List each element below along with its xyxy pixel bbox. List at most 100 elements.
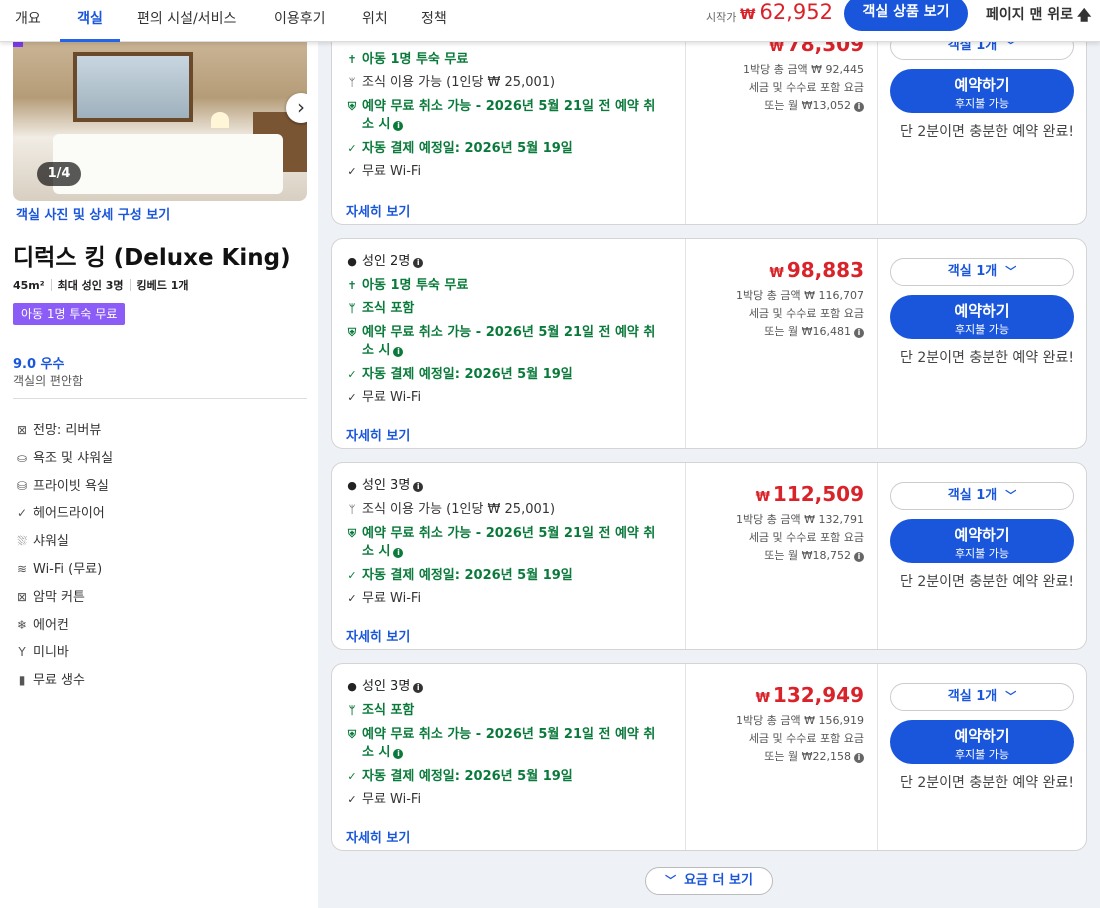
- wifi-icon: ≋: [16, 562, 28, 576]
- wifi-line: ✓ 무료 Wi-Fi: [346, 160, 421, 179]
- rating-score: 9.0 우수: [13, 357, 65, 372]
- tab-overview[interactable]: 개요: [15, 0, 41, 42]
- info-icon[interactable]: i: [393, 548, 404, 558]
- reserve-button[interactable]: 예약하기 후지불 가능: [890, 519, 1074, 563]
- info-icon[interactable]: i: [854, 102, 864, 112]
- reserve-button[interactable]: 예약하기후지불 가능: [890, 69, 1074, 113]
- rate-card: ● 성인 3명 i ᛘ 조식 이용 가능 (1인당 ₩ 25,001) ⛨ 예약 무료 취소…: [331, 462, 1087, 650]
- currency-symbol: ₩: [769, 266, 784, 281]
- fork-knife-icon: ᛘ: [348, 302, 356, 315]
- info-icon[interactable]: i: [854, 328, 864, 338]
- tab-amenities[interactable]: 편의 시설/서비스: [137, 0, 236, 42]
- info-icon[interactable]: i: [854, 552, 864, 562]
- amenity-label: 프라이빗 욕실: [33, 478, 109, 494]
- private-bath-icon: ⛁: [16, 478, 28, 493]
- reserve-label: 예약하기: [954, 76, 1010, 94]
- payment-date-line: ✓ 자동 결제 예정일: 2026년 5월 19일: [346, 765, 572, 784]
- pay-later-label: 후지불 가능: [954, 97, 1010, 110]
- info-icon[interactable]: i: [393, 347, 404, 357]
- info-icon[interactable]: i: [854, 753, 864, 763]
- room-quantity-select[interactable]: 객실 1개 ﹀: [890, 258, 1074, 286]
- tax-note: 세금 및 수수료 포함 요금: [748, 531, 864, 544]
- tab-policy[interactable]: 정책: [421, 0, 447, 42]
- free-cancel-line: ⛨ 예약 무료 취소 가능 - 2026년 5월 21일 전 예약 취: [346, 723, 656, 742]
- minibar-icon: Y: [18, 645, 26, 660]
- free-cancel-label: 예약 무료 취소 가능 - 2026년 5월 21일 전 예약 취: [362, 99, 656, 114]
- child-free-line: ✝ 아동 1명 투숙 무료: [346, 274, 468, 293]
- view-rooms-button[interactable]: 객실 상품 보기: [844, 0, 968, 31]
- room-photo[interactable]: 1/4 ›: [13, 42, 307, 201]
- guest-count: ● 성인 2명i: [346, 250, 424, 269]
- rating-category: 객실의 편안함: [13, 374, 84, 388]
- room-summary: 1/4 › 객실 사진 및 상세 구성 보기 디럭스 킹 (Deluxe Kin…: [0, 42, 318, 908]
- quick-booking-note: 단 2분이면 충분한 예약 완료!: [900, 350, 1074, 366]
- pay-later-label: 후지불 가능: [954, 323, 1010, 336]
- details-link[interactable]: 자세히 보기: [346, 827, 410, 846]
- free-cancel-line-2: 소 시i: [362, 540, 404, 559]
- total-price: 1박당 총 금액 ₩ 156,919: [736, 714, 864, 727]
- total-price: 1박당 총 금액 ₩ 132,791: [736, 513, 864, 526]
- load-more-label: 요금 더 보기: [684, 873, 753, 888]
- column-divider: [877, 13, 878, 224]
- amenity-label: 미니바: [33, 645, 69, 661]
- wifi-line: ✓ 무료 Wi-Fi: [346, 587, 421, 606]
- max-occupancy: 최대 성인 3명: [57, 279, 124, 292]
- total-price: 1박당 총 금액 ₩ 92,445: [743, 63, 864, 76]
- chevron-down-icon: ﹀: [1005, 690, 1017, 703]
- details-link[interactable]: 자세히 보기: [346, 626, 410, 645]
- tab-rooms[interactable]: 객실: [60, 0, 120, 42]
- amenity-item: ⊠ 전망: 리버뷰: [15, 419, 305, 438]
- reserve-label: 예약하기: [954, 727, 1010, 745]
- wifi-line: ✓ 무료 Wi-Fi: [346, 788, 421, 807]
- tab-reviews[interactable]: 이용후기: [274, 0, 326, 42]
- room-quantity-label: 객실 1개: [947, 488, 998, 503]
- column-divider: [685, 664, 686, 850]
- quick-booking-note: 단 2분이면 충분한 예약 완료!: [900, 775, 1074, 791]
- guest-label: 성인 3명: [362, 679, 411, 694]
- info-icon[interactable]: i: [393, 121, 404, 131]
- photo-details-link[interactable]: 객실 사진 및 상세 구성 보기: [16, 204, 170, 223]
- guest-label: 성인 3명: [362, 478, 411, 493]
- chevron-down-icon: ﹀: [665, 874, 677, 887]
- info-icon[interactable]: i: [413, 258, 424, 268]
- free-cancel-label-2: 소 시: [362, 117, 391, 132]
- blackout-curtain-icon: ⊠: [16, 589, 28, 604]
- room-quantity-select[interactable]: 객실 1개 ﹀: [890, 683, 1074, 711]
- monthly-price: 또는 월 ₩13,052 i: [764, 97, 864, 113]
- check-icon: ✓: [347, 391, 357, 404]
- breakfast-label: 조식 포함: [362, 703, 415, 718]
- top-nav: 개요 객실 편의 시설/서비스 이용후기 위치 정책 시작가 ₩62,952 객…: [0, 0, 1100, 42]
- wifi-label: 무료 Wi-Fi: [362, 390, 422, 405]
- room-specs: 45m² 최대 성인 3명 킹베드 1개: [13, 277, 188, 293]
- amenity-item: ✓ 헤어드라이어: [15, 502, 305, 521]
- info-icon[interactable]: i: [413, 482, 424, 492]
- reserve-button[interactable]: 예약하기 후지불 가능: [890, 295, 1074, 339]
- amenity-label: 무료 생수: [33, 673, 85, 689]
- fork-knife-icon: ᛘ: [348, 76, 356, 89]
- check-icon: ✓: [347, 770, 357, 783]
- monthly-price: 또는 월 ₩22,158 i: [764, 748, 864, 764]
- wifi-label: 무료 Wi-Fi: [362, 164, 422, 179]
- monthly-price-label: 또는 월 ₩13,052: [764, 99, 851, 112]
- details-link[interactable]: 자세히 보기: [346, 201, 410, 220]
- payment-date-label: 자동 결제 예정일: 2026년 5월 19일: [362, 367, 573, 382]
- check-icon: ✓: [347, 368, 357, 381]
- wifi-label: 무료 Wi-Fi: [362, 792, 422, 807]
- scroll-top-link[interactable]: 페이지 맨 위로 🡅: [986, 4, 1091, 29]
- amenity-item: ⛀ 욕조 및 샤워실: [15, 447, 305, 466]
- load-more-button[interactable]: ﹀ 요금 더 보기: [645, 867, 773, 895]
- amenity-label: Wi-Fi (무료): [33, 562, 103, 577]
- info-icon[interactable]: i: [393, 749, 404, 759]
- room-quantity-select[interactable]: 객실 1개 ﹀: [890, 482, 1074, 510]
- tab-location[interactable]: 위치: [362, 0, 388, 42]
- payment-date-line: ✓ 자동 결제 예정일: 2026년 5월 19일: [346, 363, 573, 382]
- amenity-label: 욕조 및 샤워실: [33, 450, 114, 466]
- pay-later-label: 후지불 가능: [954, 748, 1010, 761]
- column-divider: [685, 239, 686, 448]
- guest-label: 성인 2명: [362, 254, 411, 269]
- bed-type: 킹베드 1개: [136, 279, 189, 292]
- info-icon[interactable]: i: [413, 683, 424, 693]
- guest-count: ● 성인 3명 i: [346, 474, 424, 493]
- reserve-button[interactable]: 예약하기후지불 가능: [890, 720, 1074, 764]
- details-link[interactable]: 자세히 보기: [346, 425, 410, 444]
